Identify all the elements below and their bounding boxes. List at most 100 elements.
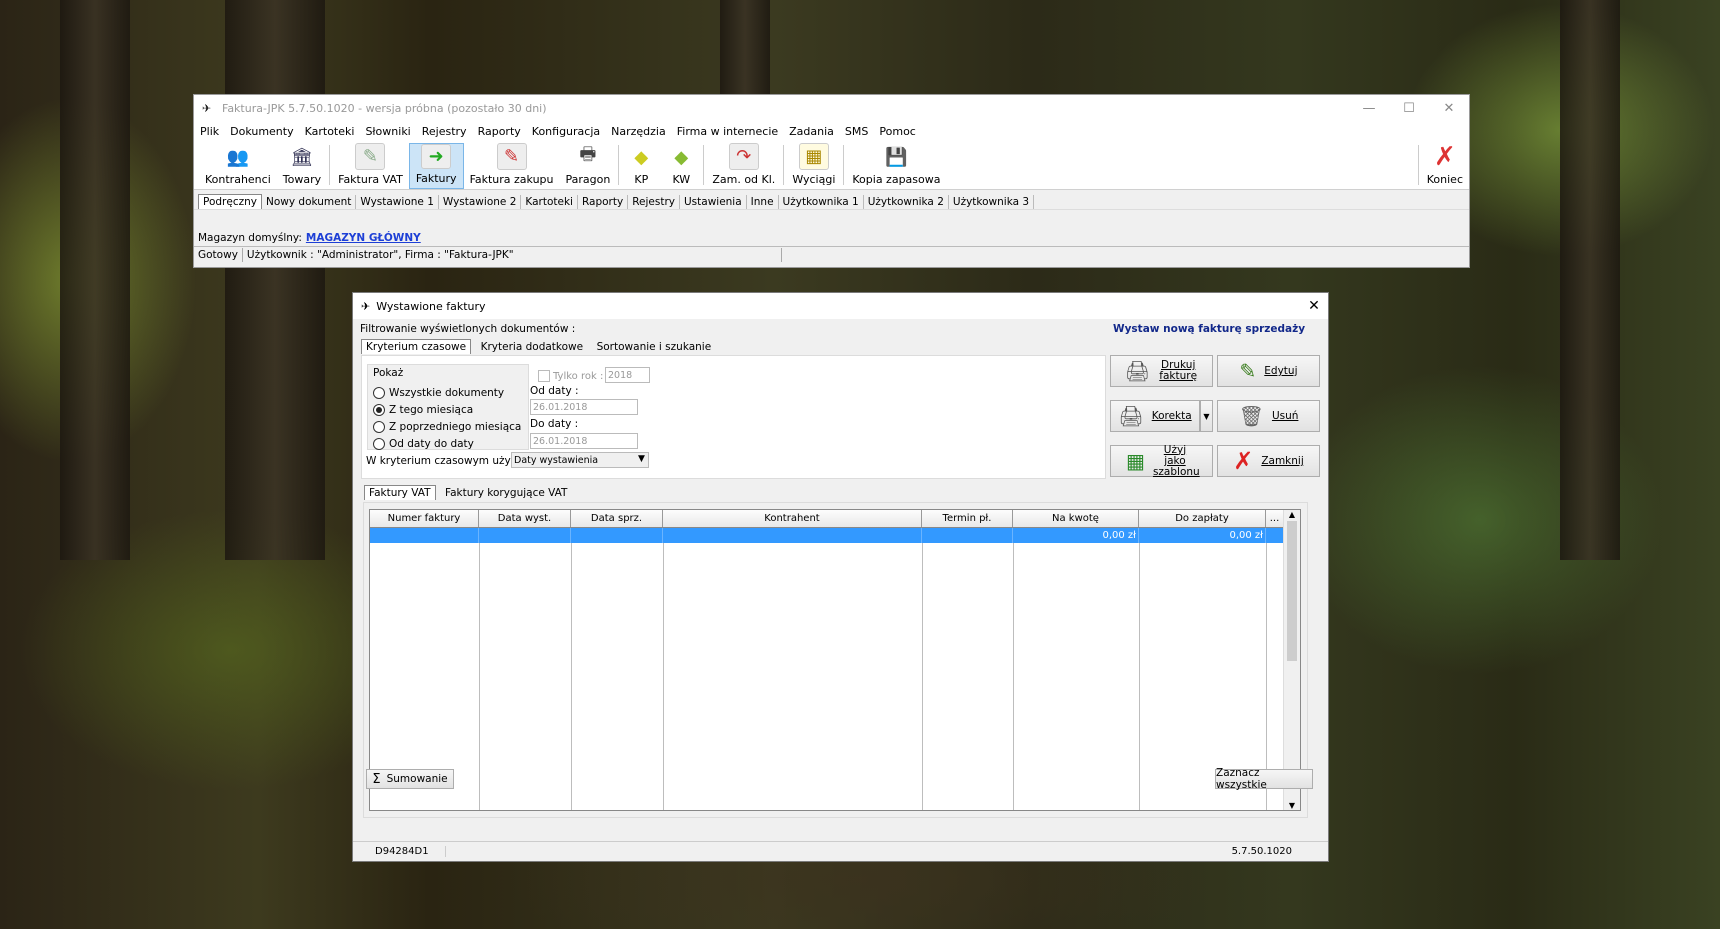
radio-z-tego-miesiaca[interactable]: Z tego miesiąca — [373, 401, 521, 418]
kw-button[interactable]: ◆ KW — [661, 143, 701, 189]
col-kontrahent[interactable]: Kontrahent — [663, 510, 922, 527]
faktura-vat-label: Faktura VAT — [338, 173, 403, 186]
tab-inne[interactable]: Inne — [747, 195, 779, 209]
sumowanie-button[interactable]: Σ Sumowanie — [366, 769, 454, 789]
tab-faktury-korygujace[interactable]: Faktury korygujące VAT — [441, 486, 571, 500]
tab-uzytkownika-1[interactable]: Użytkownika 1 — [779, 195, 864, 209]
faktury-button[interactable]: ➜ Faktury — [408, 143, 464, 189]
menu-zadania[interactable]: Zadania — [789, 125, 834, 138]
tab-sortowanie[interactable]: Sortowanie i szukanie — [593, 340, 716, 354]
radio-wszystkie[interactable]: Wszystkie dokumenty — [373, 384, 521, 401]
drukuj-button[interactable]: 🖨 Drukuj fakturę — [1110, 355, 1213, 387]
col-data-sprz[interactable]: Data sprz. — [571, 510, 663, 527]
radio-wszystkie-label: Wszystkie dokumenty — [389, 386, 505, 399]
maximize-icon[interactable]: ☐ — [1389, 101, 1429, 116]
col-numer[interactable]: Numer faktury — [370, 510, 479, 527]
criterion-select[interactable]: Daty wystawienia — [511, 452, 649, 468]
tylko-rok-input[interactable]: 2018 — [605, 367, 650, 383]
tab-content-area — [194, 209, 1469, 230]
dialog-close-icon[interactable]: ✕ — [1300, 298, 1328, 314]
menubar: Plik Dokumenty Kartoteki Słowniki Rejest… — [194, 121, 1469, 141]
menu-kartoteki[interactable]: Kartoteki — [305, 125, 355, 138]
new-invoice-link[interactable]: Wystaw nową fakturę sprzedaży — [1113, 323, 1305, 335]
scroll-down-icon[interactable]: ▼ — [1284, 801, 1300, 810]
document-pen-icon: ✎ — [355, 143, 386, 170]
tylko-rok-checkbox[interactable]: Tylko rok : — [538, 370, 603, 382]
szablon-button[interactable]: ▦ Użyj jako szablonu — [1110, 444, 1213, 477]
od-daty-input[interactable]: 26.01.2018 — [530, 399, 638, 415]
col-data-wyst[interactable]: Data wyst. — [479, 510, 571, 527]
tab-uzytkownika-2[interactable]: Użytkownika 2 — [864, 195, 949, 209]
menu-raporty[interactable]: Raporty — [478, 125, 521, 138]
radio-z-poprzedniego[interactable]: Z poprzedniego miesiąca — [373, 418, 521, 435]
kontrahenci-button[interactable]: 👥 Kontrahenci — [199, 143, 277, 189]
korekta-dropdown[interactable]: ▼ — [1200, 400, 1213, 432]
menu-pomoc[interactable]: Pomoc — [879, 125, 915, 138]
menu-konfiguracja[interactable]: Konfiguracja — [532, 125, 600, 138]
tab-rejestry[interactable]: Rejestry — [628, 195, 680, 209]
tab-uzytkownika-3[interactable]: Użytkownika 3 — [949, 195, 1035, 209]
menu-rejestry[interactable]: Rejestry — [422, 125, 467, 138]
magazyn-row: Magazyn domyślny: MAGAZYN GŁÓWNY — [194, 230, 1469, 246]
tab-kryterium-czasowe[interactable]: Kryterium czasowe — [361, 339, 472, 354]
tab-nowy-dokument[interactable]: Nowy dokument — [262, 195, 357, 209]
kp-button[interactable]: ◆ KP — [621, 143, 661, 189]
col-termin[interactable]: Termin pł. — [922, 510, 1013, 527]
wyciagi-button[interactable]: ▦ Wyciągi — [786, 143, 841, 189]
tab-wystawione-2[interactable]: Wystawione 2 — [439, 195, 522, 209]
koniec-button[interactable]: ✗ Koniec — [1421, 142, 1469, 189]
scroll-thumb[interactable] — [1287, 521, 1297, 661]
radio-od-daty[interactable]: Od daty do daty — [373, 435, 521, 452]
col-do-zaplaty[interactable]: Do zapłaty — [1139, 510, 1266, 527]
menu-narzedzia[interactable]: Narzędzia — [611, 125, 666, 138]
tab-wystawione-1[interactable]: Wystawione 1 — [356, 195, 439, 209]
main-statusbar: Gotowy Użytkownik : "Administrator", Fir… — [194, 246, 1469, 263]
menu-dokumenty[interactable]: Dokumenty — [230, 125, 293, 138]
paragon-button[interactable]: 🖶 Paragon — [560, 143, 617, 189]
zamknij-button[interactable]: ✗ Zamknij — [1217, 445, 1320, 477]
towary-button[interactable]: 🏛 Towary — [277, 143, 327, 189]
app-icon: ✈ — [202, 102, 212, 115]
vertical-scrollbar[interactable]: ▲ ▼ — [1283, 510, 1300, 810]
kopia-button[interactable]: 💾 Kopia zapasowa — [846, 143, 946, 189]
status-empty — [782, 248, 1469, 262]
money-in-icon: ◆ — [634, 146, 649, 168]
tree-trunk — [1560, 0, 1620, 560]
close-icon[interactable]: ✕ — [1429, 101, 1469, 116]
magazyn-link[interactable]: MAGAZYN GŁÓWNY — [306, 232, 421, 244]
korekta-button[interactable]: 🖨 Korekta — [1110, 400, 1200, 432]
scroll-up-icon[interactable]: ▲ — [1284, 510, 1300, 519]
tab-podreczny[interactable]: Podręczny — [198, 194, 262, 209]
col-more[interactable]: ... — [1266, 510, 1284, 527]
tab-raporty[interactable]: Raporty — [578, 195, 629, 209]
minimize-icon[interactable]: — — [1349, 101, 1389, 116]
faktura-zakupu-button[interactable]: ✎ Faktura zakupu — [464, 143, 560, 189]
printer-correction-icon: 🖨 — [1118, 404, 1144, 428]
table-row[interactable]: 0,00 zł 0,00 zł — [370, 528, 1300, 543]
col-na-kwote[interactable]: Na kwotę — [1013, 510, 1139, 527]
zaznacz-button[interactable]: Zaznacz wszystkie — [1215, 767, 1313, 791]
tab-kryteria-dodatkowe[interactable]: Kryteria dodatkowe — [477, 340, 587, 354]
menu-firma[interactable]: Firma w internecie — [677, 125, 778, 138]
tab-ustawienia[interactable]: Ustawienia — [680, 195, 747, 209]
menu-plik[interactable]: Plik — [200, 125, 219, 138]
edytuj-label: Edytuj — [1264, 365, 1298, 377]
dialog-titlebar: ✈ Wystawione faktury ✕ — [353, 293, 1328, 319]
status-code: D94284D1 — [353, 845, 446, 857]
filter-label: Filtrowanie wyświetlonych dokumentów : — [360, 323, 576, 335]
tab-faktury-vat[interactable]: Faktury VAT — [364, 485, 436, 500]
cell-na-kwote: 0,00 zł — [1013, 528, 1139, 543]
tab-kartoteki[interactable]: Kartoteki — [521, 195, 578, 209]
menu-sms[interactable]: SMS — [845, 125, 868, 138]
faktura-vat-button[interactable]: ✎ Faktura VAT — [332, 143, 409, 189]
do-daty-input[interactable]: 26.01.2018 — [530, 433, 638, 449]
dialog-statusbar: D94284D1 5.7.50.1020 — [353, 841, 1328, 860]
filter-panel: Pokaż Wszystkie dokumenty Z tego miesiąc… — [361, 355, 1106, 479]
usun-button[interactable]: 🗑 Usuń — [1217, 400, 1320, 432]
edytuj-button[interactable]: ✎ Edytuj — [1217, 355, 1320, 387]
zam-button[interactable]: ↷ Zam. od Kl. — [706, 143, 781, 189]
od-daty-label: Od daty : — [530, 385, 579, 397]
pokaz-group: Pokaż Wszystkie dokumenty Z tego miesiąc… — [367, 364, 529, 450]
menu-slowniki[interactable]: Słowniki — [365, 125, 410, 138]
cell-termin — [922, 528, 1013, 543]
